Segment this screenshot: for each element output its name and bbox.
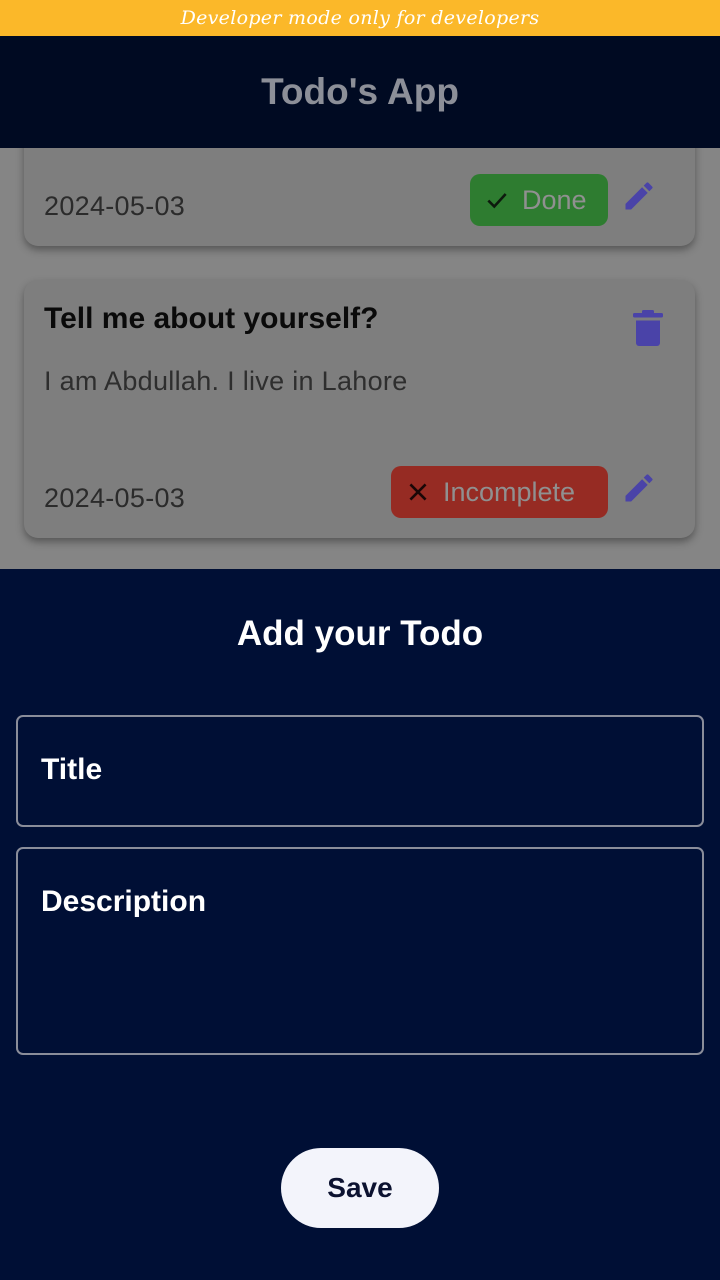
status-button-incomplete[interactable]: Incomplete <box>391 466 608 518</box>
todo-title: Tell me about yourself? <box>44 302 379 335</box>
description-field-label: Description <box>41 885 207 918</box>
todo-card[interactable]: Tell me about yourself? I am Abdullah. I… <box>24 280 695 538</box>
app-title: Todo's App <box>261 71 459 112</box>
developer-mode-banner: Developer mode only for developers <box>0 0 720 36</box>
edit-icon[interactable] <box>621 178 657 214</box>
status-button-done[interactable]: Done <box>470 174 608 226</box>
todo-list[interactable]: 2024-05-03 Done Tell me about yourself? … <box>0 148 720 569</box>
todo-card[interactable]: 2024-05-03 Done <box>24 148 695 246</box>
save-button[interactable]: Save <box>281 1148 439 1228</box>
status-label: Done <box>522 184 587 215</box>
trash-icon[interactable] <box>633 310 663 346</box>
title-field-label: Title <box>41 753 103 786</box>
check-icon <box>487 193 507 209</box>
todo-date: 2024-05-03 <box>44 483 186 513</box>
app-bar: Todo's App <box>0 36 720 148</box>
edit-icon[interactable] <box>621 470 657 506</box>
status-label: Incomplete <box>443 476 576 507</box>
sheet-title: Add your Todo <box>236 614 484 653</box>
todo-description: I am Abdullah. I live in Lahore <box>44 366 408 396</box>
close-icon <box>409 483 427 501</box>
description-input[interactable]: Description <box>16 847 704 1055</box>
title-input[interactable]: Title <box>16 715 704 827</box>
todo-date: 2024-05-03 <box>44 191 186 221</box>
